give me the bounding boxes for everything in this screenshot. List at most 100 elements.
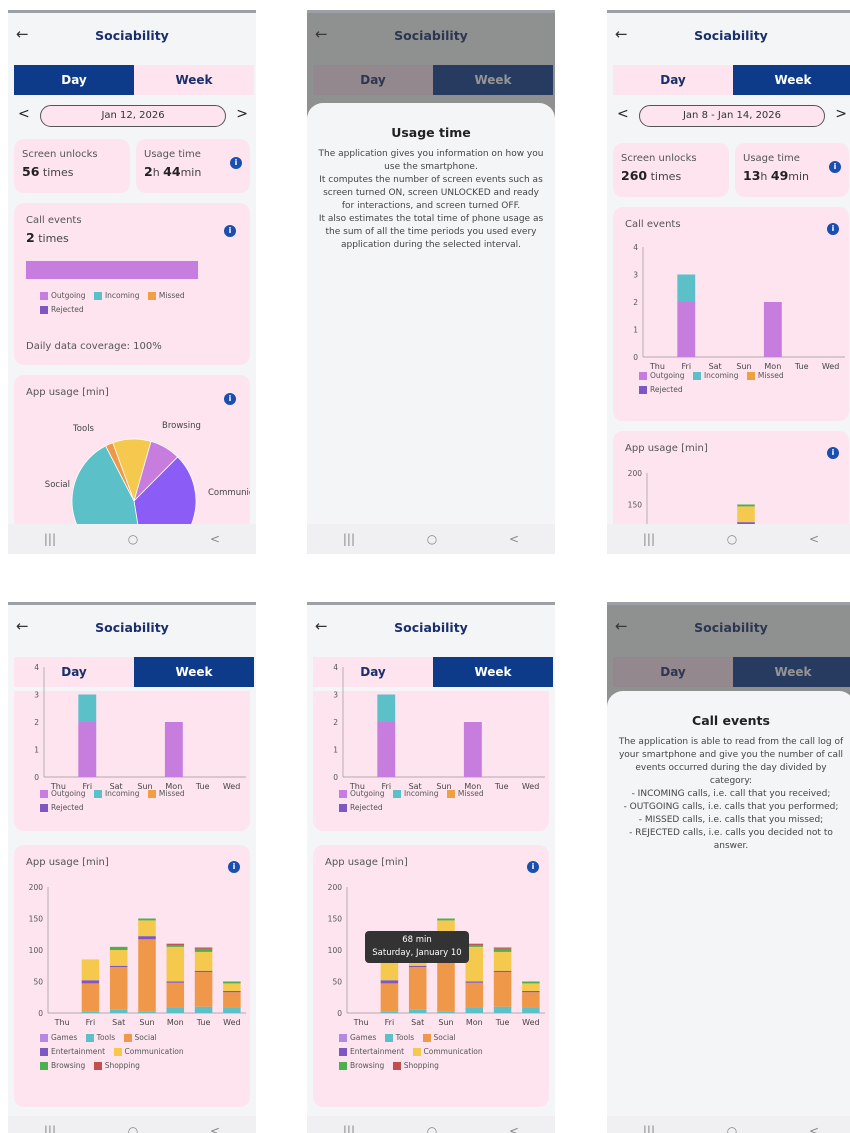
bar-segment bbox=[465, 982, 484, 1008]
bar-segment bbox=[194, 970, 213, 973]
info-icon[interactable]: i bbox=[228, 861, 240, 873]
legend-swatch bbox=[746, 372, 755, 380]
call-count: 2 bbox=[26, 230, 35, 245]
bar-segment bbox=[380, 983, 399, 1012]
bar-segment bbox=[493, 1006, 512, 1013]
recent-apps-icon[interactable]: ||| bbox=[44, 532, 56, 546]
date-pill[interactable]: Jan 12, 2026 bbox=[40, 105, 226, 127]
unlocks-card: Screen unlocks 260 times bbox=[613, 143, 729, 197]
unlocks-value: 260 bbox=[621, 168, 648, 183]
x-tick-label: Sun bbox=[139, 1018, 154, 1027]
y-tick-label: 150 bbox=[29, 915, 44, 924]
date-pill[interactable]: Jan 8 - Jan 14, 2026 bbox=[639, 105, 825, 127]
y-tick-label: 4 bbox=[34, 663, 39, 672]
bar-segment bbox=[493, 947, 512, 949]
bar-segment bbox=[223, 990, 241, 993]
y-tick-label: 0 bbox=[337, 1009, 342, 1018]
info-icon[interactable]: i bbox=[230, 157, 242, 169]
recent-apps-icon[interactable]: ||| bbox=[44, 1124, 56, 1133]
info-icon[interactable]: i bbox=[224, 393, 236, 405]
system-nav: ||| ○ < bbox=[8, 524, 256, 554]
tab-day[interactable]: Day bbox=[14, 65, 134, 95]
sheet-title: Call events bbox=[692, 713, 770, 728]
recent-apps-icon[interactable]: ||| bbox=[343, 1124, 355, 1133]
info-icon[interactable]: i bbox=[527, 861, 539, 873]
next-date-icon[interactable]: > bbox=[835, 106, 847, 122]
nav-back-icon[interactable]: < bbox=[210, 1124, 220, 1133]
home-icon[interactable]: ○ bbox=[427, 1124, 437, 1133]
info-icon[interactable]: i bbox=[827, 447, 839, 459]
recent-apps-icon[interactable]: ||| bbox=[643, 1124, 655, 1133]
screen-call-info: ← Sociability Day Week Call events The a… bbox=[607, 602, 850, 1133]
x-tick-label: Fri bbox=[86, 1018, 96, 1027]
legend-swatch bbox=[339, 1062, 347, 1070]
y-tick-label: 2 bbox=[34, 718, 39, 727]
prev-date-icon[interactable]: < bbox=[18, 106, 30, 122]
usage-label: Usage time bbox=[144, 149, 201, 160]
nav-back-icon[interactable]: < bbox=[509, 1124, 519, 1133]
bar-segment bbox=[677, 302, 696, 357]
home-icon[interactable]: ○ bbox=[727, 1124, 737, 1133]
date-selector: < Jan 8 - Jan 14, 2026 > bbox=[615, 105, 850, 129]
legend-games: Games bbox=[51, 1033, 78, 1042]
legend-incoming: Incoming bbox=[104, 291, 140, 300]
home-icon[interactable]: ○ bbox=[128, 1124, 138, 1133]
legend-rejected: Rejected bbox=[650, 385, 683, 394]
legend-swatch bbox=[40, 804, 48, 812]
system-nav: ||| ○ < bbox=[607, 1116, 850, 1133]
info-icon[interactable]: i bbox=[224, 225, 236, 237]
tab-day[interactable]: Day bbox=[613, 65, 733, 95]
legend-swatch bbox=[40, 1034, 48, 1042]
x-tick-label: Tue bbox=[495, 1018, 510, 1027]
call-events-chart: 01234Thu Fri Sat Sun Mon Tue Wed bbox=[333, 663, 545, 789]
legend-outgoing: Outgoing bbox=[650, 371, 685, 380]
call-legend: Outgoing Incoming Missed Rejected bbox=[633, 369, 843, 397]
app-usage-label: App usage [min] bbox=[26, 857, 109, 868]
legend-games: Games bbox=[350, 1033, 377, 1042]
bar-segment bbox=[138, 1011, 156, 1013]
home-icon[interactable]: ○ bbox=[727, 532, 737, 546]
x-tick-label: Mon bbox=[466, 1018, 483, 1027]
y-tick-label: 150 bbox=[628, 501, 643, 510]
recent-apps-icon[interactable]: ||| bbox=[643, 532, 655, 546]
bar-segment bbox=[164, 722, 183, 777]
legend-swatch bbox=[40, 790, 48, 798]
prev-date-icon[interactable]: < bbox=[617, 106, 629, 122]
tab-week[interactable]: Week bbox=[134, 65, 254, 95]
legend-shopping: Shopping bbox=[403, 1061, 439, 1070]
legend-communication: Communication bbox=[423, 1047, 483, 1056]
unlocks-card: Screen unlocks 56 times bbox=[14, 139, 130, 193]
usage-card[interactable]: Usage time 13h 49min i bbox=[735, 143, 849, 197]
x-tick-label: Tue bbox=[196, 1018, 211, 1027]
bar-segment bbox=[522, 990, 540, 993]
bar-segment bbox=[380, 980, 399, 984]
bar-segment bbox=[194, 951, 213, 971]
nav-back-icon[interactable]: < bbox=[809, 1124, 819, 1133]
recent-apps-icon[interactable]: ||| bbox=[343, 532, 355, 546]
next-date-icon[interactable]: > bbox=[236, 106, 248, 122]
bar-segment bbox=[109, 967, 128, 1010]
bar-segment bbox=[380, 1011, 399, 1013]
bar-segment bbox=[166, 946, 185, 982]
unlocks-unit: times bbox=[650, 170, 682, 183]
pie-label: Browsing bbox=[162, 421, 201, 431]
bar-segment bbox=[166, 981, 185, 983]
info-icon[interactable]: i bbox=[827, 223, 839, 235]
tab-week[interactable]: Week bbox=[733, 65, 850, 95]
legend-swatch bbox=[40, 306, 48, 314]
call-events-chart: 01234Thu Fri Sat Sun Mon Tue Wed bbox=[633, 243, 845, 369]
bar-segment bbox=[763, 302, 782, 357]
screen-week: ← Sociability Day Week < Jan 8 - Jan 14,… bbox=[607, 10, 850, 554]
bar-segment bbox=[522, 981, 540, 984]
home-icon[interactable]: ○ bbox=[128, 532, 138, 546]
nav-back-icon[interactable]: < bbox=[509, 532, 519, 546]
nav-back-icon[interactable]: < bbox=[809, 532, 819, 546]
nav-back-icon[interactable]: < bbox=[210, 532, 220, 546]
info-icon[interactable]: i bbox=[829, 161, 841, 173]
usage-card[interactable]: Usage time 2h 44min i bbox=[136, 139, 250, 193]
legend-communication: Communication bbox=[124, 1047, 184, 1056]
screen-week-scrolled: ← Sociability Day Week 0 1 2 3 4 Thu Fri Sat Sun… bbox=[8, 602, 256, 1133]
legend-swatch bbox=[123, 1034, 132, 1042]
system-nav: ||| ○ < bbox=[607, 524, 850, 554]
home-icon[interactable]: ○ bbox=[427, 532, 437, 546]
